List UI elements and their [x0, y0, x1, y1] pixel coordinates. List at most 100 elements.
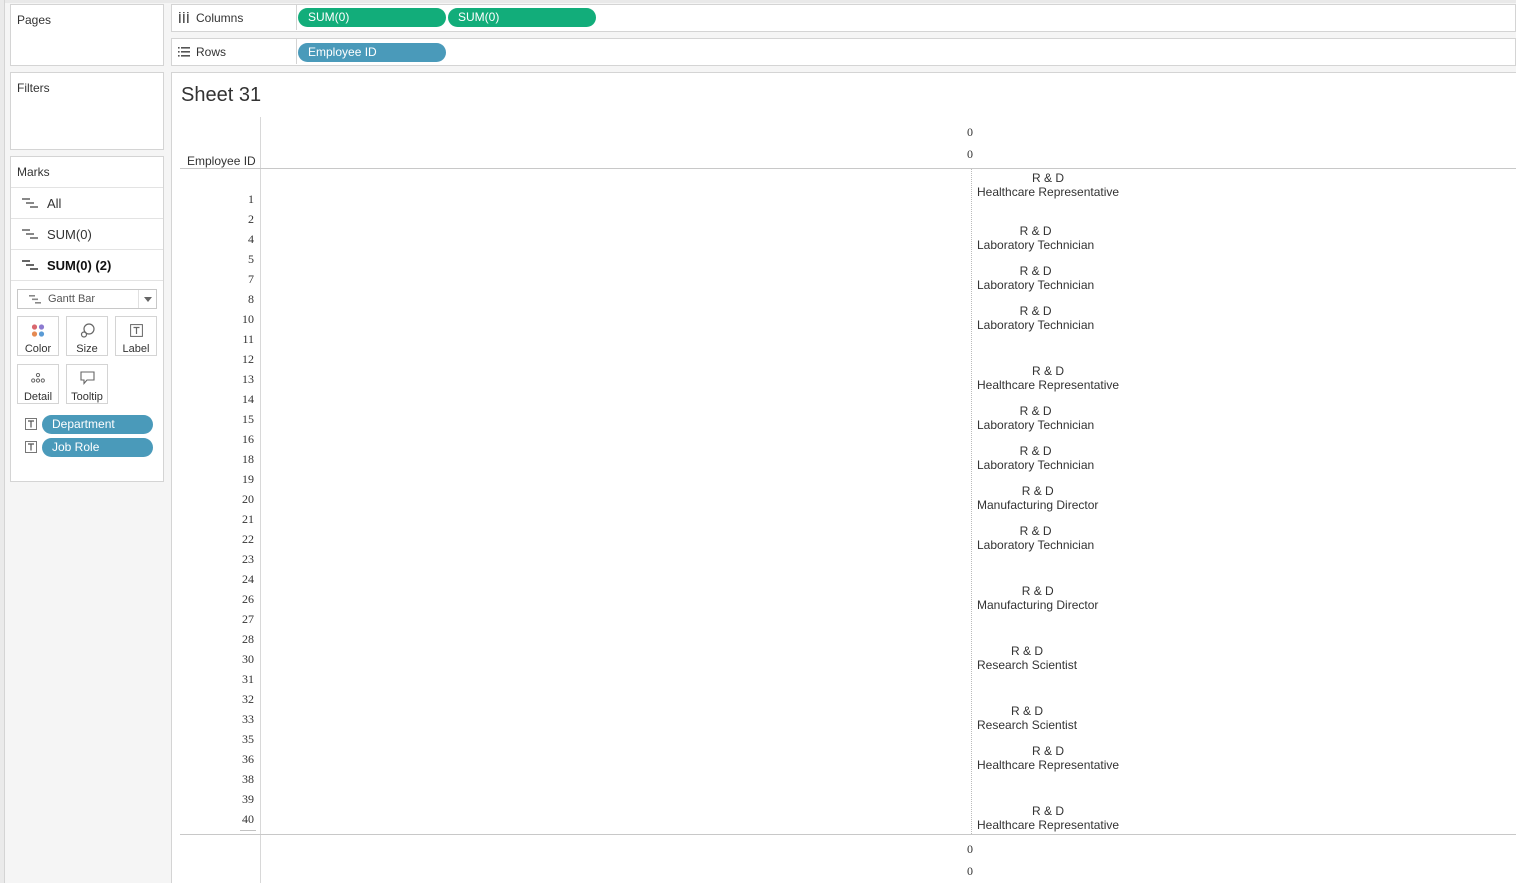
job-role-label: Research Scientist — [977, 658, 1078, 672]
department-label: R & D — [1019, 224, 1052, 238]
job-role-label: Laboratory Technician — [977, 278, 1095, 292]
detail-button[interactable]: Detail — [17, 364, 59, 404]
color-button[interactable]: Color — [17, 316, 59, 356]
columns-shelf[interactable]: Columns SUM(0) SUM(0) — [171, 4, 1516, 32]
color-button-label: Color — [24, 343, 52, 355]
mark-label[interactable]: R & D Research Scientist — [977, 644, 1077, 672]
employee-id-label: 4 — [248, 232, 254, 246]
label-icon — [116, 323, 156, 337]
gantt-icon — [29, 295, 41, 304]
pages-card[interactable]: Pages — [10, 4, 164, 66]
mark-type-dropdown[interactable]: Gantt Bar — [17, 289, 157, 309]
employee-id-label: 2 — [248, 212, 254, 226]
job-role-label: Healthcare Representative — [977, 758, 1120, 772]
employee-id-label: 7 — [248, 272, 254, 286]
top-toolbar-strip — [0, 0, 1516, 3]
marks-title: Marks — [17, 165, 50, 179]
department-label: R & D — [1019, 304, 1052, 318]
rows-shelf[interactable]: Rows Employee ID — [171, 38, 1516, 66]
rows-shelf-label: Rows — [196, 45, 227, 59]
job-role-label: Healthcare Representative — [977, 378, 1120, 392]
top-axis-value: 0 — [967, 147, 973, 161]
mark-label[interactable]: R & D Laboratory Technician — [977, 304, 1094, 332]
marks-row-label: SUM(0) (2) — [47, 258, 112, 273]
columns-pill-sum0[interactable]: SUM(0) — [298, 8, 446, 27]
employee-id-label: 1 — [248, 192, 254, 206]
mark-label[interactable]: R & D Manufacturing Director — [977, 484, 1098, 512]
mark-label[interactable]: R & D Laboratory Technician — [977, 444, 1094, 472]
mark-label[interactable]: R & D Healthcare Representative — [977, 744, 1119, 772]
pages-title: Pages — [17, 13, 52, 27]
mark-label[interactable]: R & D Laboratory Technician — [977, 404, 1094, 432]
scroll-cutoff-row — [240, 830, 256, 834]
department-field-pill[interactable]: Department — [42, 415, 153, 434]
employee-id-label: 10 — [242, 312, 254, 326]
department-label: R & D — [1021, 584, 1054, 598]
marks-row-sum0-2[interactable]: SUM(0) (2) — [11, 250, 163, 281]
size-icon — [67, 322, 107, 338]
mark-label[interactable]: R & D Research Scientist — [977, 704, 1077, 732]
size-button[interactable]: Size — [66, 316, 108, 356]
department-label: R & D — [1021, 484, 1054, 498]
job-role-label: Manufacturing Director — [977, 498, 1099, 512]
employee-id-label: 12 — [242, 352, 254, 366]
marks-card: Marks All SUM(0) SUM(0) (2) Gantt Bar Co… — [10, 156, 164, 482]
employee-id-label: 16 — [242, 432, 254, 446]
shelf-divider — [296, 39, 297, 64]
detail-icon — [18, 371, 58, 385]
job-role-field-pill[interactable]: Job Role — [42, 438, 153, 457]
employee-id-label: 30 — [242, 652, 254, 666]
mark-label[interactable]: R & D Healthcare Representative — [977, 171, 1119, 199]
mark-label[interactable]: R & D Laboratory Technician — [977, 224, 1094, 252]
job-role-label: Research Scientist — [977, 718, 1078, 732]
mark-label[interactable]: R & D Manufacturing Director — [977, 584, 1098, 612]
job-role-label: Laboratory Technician — [977, 318, 1095, 332]
viz-area — [171, 72, 1516, 883]
employee-id-label: 26 — [242, 592, 254, 606]
columns-pill-sum0-2[interactable]: SUM(0) — [448, 8, 596, 27]
employee-id-label: 39 — [242, 792, 254, 806]
department-label: R & D — [1032, 804, 1065, 818]
mark-label[interactable]: R & D Healthcare Representative — [977, 364, 1119, 392]
zero-reference-line — [971, 169, 972, 834]
top-axis-value: 0 — [967, 125, 973, 139]
employee-id-label: 27 — [242, 612, 254, 626]
tooltip-button-label: Tooltip — [71, 391, 103, 403]
mark-type-label: Gantt Bar — [48, 293, 96, 305]
employee-id-label: 38 — [242, 772, 254, 786]
shelf-divider — [296, 5, 297, 30]
employee-id-label: 21 — [242, 512, 254, 526]
left-gutter — [0, 0, 5, 883]
label-button[interactable]: Label — [115, 316, 157, 356]
rows-pill-employee-id[interactable]: Employee ID — [298, 43, 446, 62]
job-role-label: Manufacturing Director — [977, 598, 1099, 612]
employee-id-label: 33 — [242, 712, 254, 726]
row-header-title: Employee ID — [187, 154, 256, 168]
tooltip-button[interactable]: Tooltip — [66, 364, 108, 404]
columns-shelf-label: Columns — [196, 11, 244, 25]
marks-row-all[interactable]: All — [11, 188, 163, 219]
dropdown-divider — [138, 290, 139, 308]
mark-label[interactable]: R & D Laboratory Technician — [977, 524, 1094, 552]
job-role-label: Laboratory Technician — [977, 458, 1095, 472]
employee-id-label: 20 — [242, 492, 254, 506]
marks-row-label: SUM(0) — [47, 227, 92, 242]
marks-row-label: All — [47, 196, 62, 211]
text-type-icon — [25, 418, 37, 430]
employee-id-label: 28 — [242, 632, 254, 646]
department-label: R & D — [1032, 364, 1065, 378]
employee-id-label: 13 — [242, 372, 254, 386]
employee-id-label: 23 — [242, 552, 254, 566]
tooltip-icon — [67, 371, 107, 385]
employee-id-label: 5 — [248, 252, 254, 266]
mark-label[interactable]: R & D Healthcare Representative — [977, 804, 1119, 832]
marks-row-sum0[interactable]: SUM(0) — [11, 219, 163, 250]
filters-card[interactable]: Filters — [10, 72, 164, 150]
employee-id-label: 40 — [242, 812, 254, 826]
mark-label[interactable]: R & D Laboratory Technician — [977, 264, 1094, 292]
header-bottom-line — [180, 168, 1516, 169]
sheet-title: Sheet 31 — [181, 84, 262, 106]
employee-id-label: 14 — [242, 392, 254, 406]
employee-id-label: 19 — [242, 472, 254, 486]
gantt-icon — [22, 198, 38, 208]
